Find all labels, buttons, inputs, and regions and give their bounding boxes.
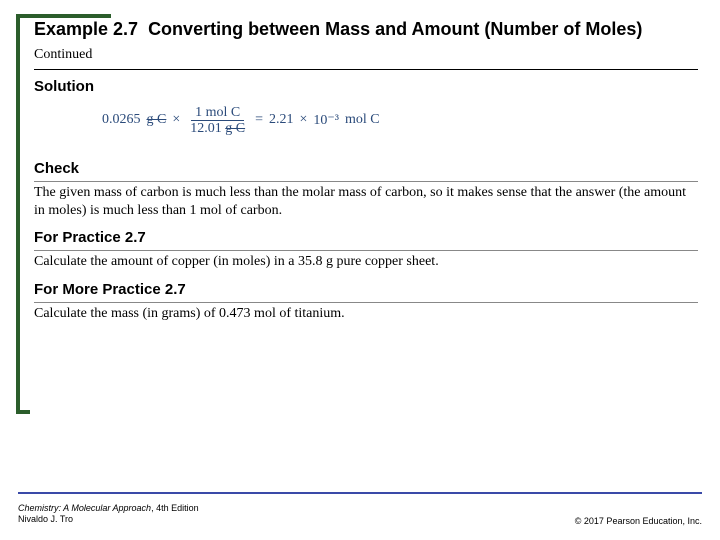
- check-text: The given mass of carbon is much less th…: [34, 184, 698, 219]
- for-more-practice-heading: For More Practice 2.7: [34, 281, 698, 298]
- eq-rhs-times: ×: [300, 112, 308, 128]
- continued-label: Continued: [34, 47, 698, 63]
- footer-copyright: © 2017 Pearson Education, Inc.: [575, 516, 702, 526]
- eq-rhs-mantissa: 2.21: [269, 112, 294, 128]
- title-rule: [34, 69, 698, 70]
- eq-rhs-unit: mol C: [345, 112, 380, 128]
- check-rule: [34, 181, 698, 182]
- eq-rhs-exp: 10⁻³: [313, 112, 339, 129]
- solution-heading: Solution: [34, 78, 698, 95]
- eq-equals: =: [255, 112, 263, 128]
- footer-edition: , 4th Edition: [151, 503, 199, 513]
- check-heading: Check: [34, 160, 698, 177]
- slide-footer: Chemistry: A Molecular Approach, 4th Edi…: [18, 503, 702, 526]
- slide-content: Example 2.7 Converting between Mass and …: [0, 0, 720, 322]
- eq-den-unit: g C: [225, 121, 245, 136]
- eq-den-value: 12.01: [190, 121, 222, 136]
- footer-book-title: Chemistry: A Molecular Approach: [18, 503, 151, 513]
- practice-text: Calculate the amount of copper (in moles…: [34, 253, 698, 271]
- eq-num-value: 1: [195, 105, 202, 120]
- eq-num-unit: mol C: [206, 105, 241, 120]
- practice-rule: [34, 250, 698, 251]
- example-bracket: [16, 14, 30, 414]
- eq-times: ×: [172, 112, 180, 128]
- example-title: Example 2.7 Converting between Mass and …: [34, 18, 698, 41]
- more-practice-text: Calculate the mass (in grams) of 0.473 m…: [34, 305, 698, 323]
- solution-equation: 0.0265 g C × 1 mol C 12.01 g C = 2.21 × …: [102, 105, 698, 137]
- more-practice-rule: [34, 302, 698, 303]
- for-practice-heading: For Practice 2.7: [34, 229, 698, 246]
- example-number: Example 2.7: [34, 18, 138, 41]
- eq-lhs-unit: g C: [147, 112, 167, 128]
- footer-author: Nivaldo J. Tro: [18, 514, 199, 526]
- footer-rule: [18, 492, 702, 494]
- eq-lhs-value: 0.0265: [102, 112, 141, 128]
- eq-fraction: 1 mol C 12.01 g C: [186, 105, 249, 137]
- footer-book: Chemistry: A Molecular Approach, 4th Edi…: [18, 503, 199, 526]
- example-title-text: Converting between Mass and Amount (Numb…: [148, 18, 642, 41]
